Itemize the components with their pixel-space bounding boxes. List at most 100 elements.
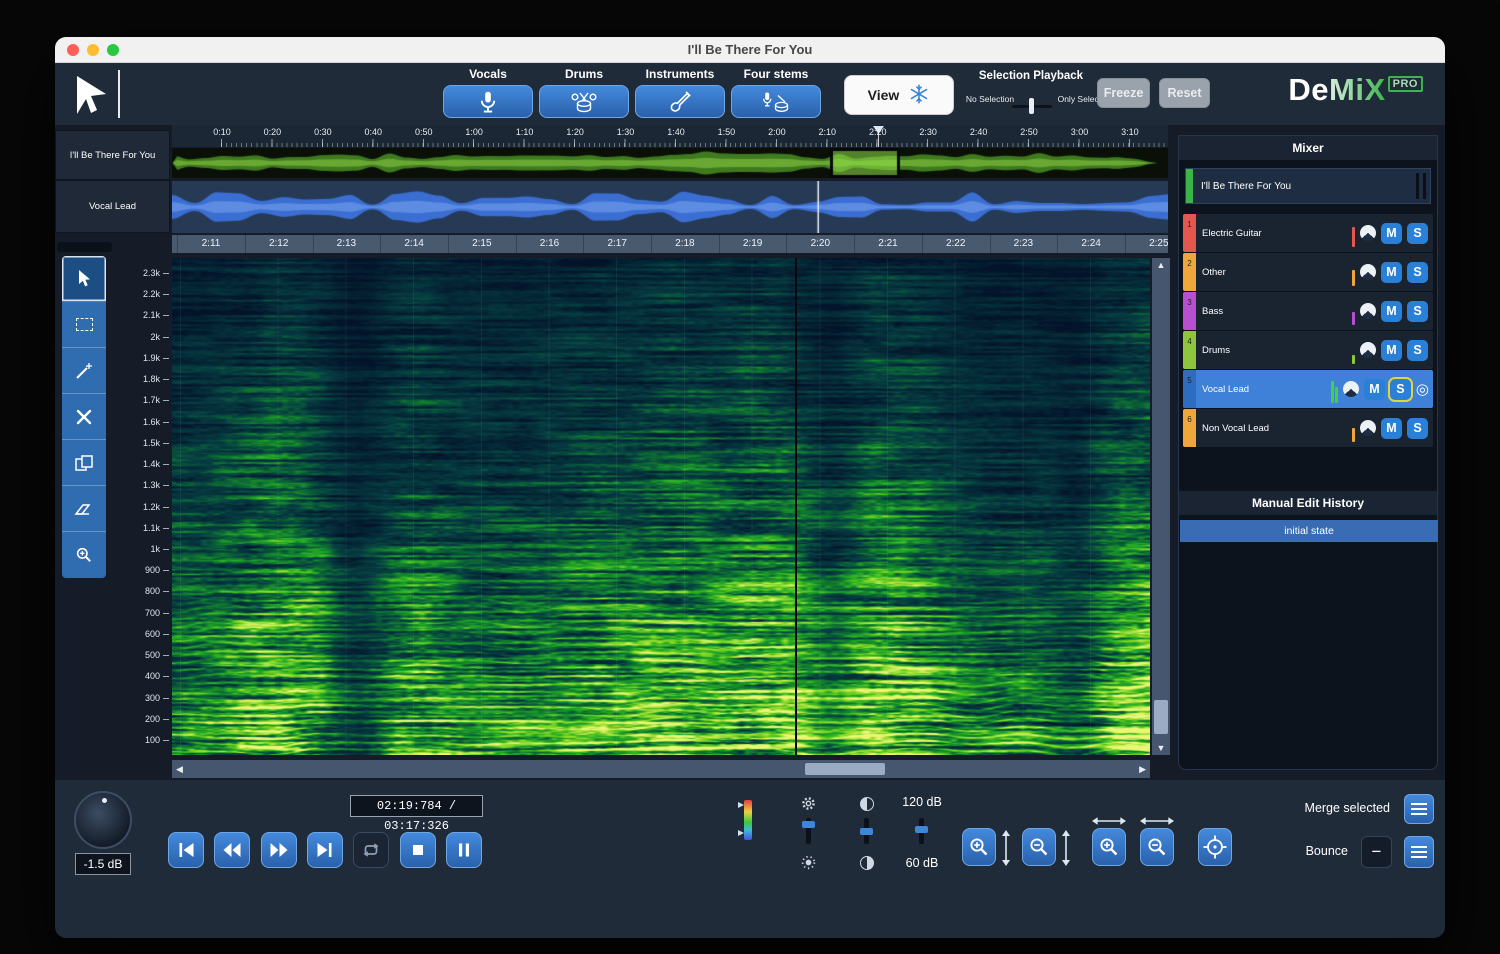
horizontal-scroll-thumb[interactable] xyxy=(805,763,885,775)
meter-bar xyxy=(1352,227,1355,247)
color-scale-handle[interactable] xyxy=(738,802,744,808)
marquee-icon xyxy=(76,318,93,331)
reset-zoom-button[interactable] xyxy=(1198,828,1232,866)
harmonic-cut-tool[interactable] xyxy=(62,394,106,440)
history-item[interactable]: initial state xyxy=(1180,520,1438,542)
scroll-up-icon[interactable]: ▲ xyxy=(1152,260,1170,270)
mute-button[interactable]: M xyxy=(1381,418,1402,439)
settings-gear-icon[interactable] xyxy=(800,795,817,812)
brightness-sun-icon[interactable] xyxy=(800,854,817,871)
track-level-meter xyxy=(1352,219,1355,247)
magic-wand-tool[interactable] xyxy=(62,348,106,394)
song-overview-waveform[interactable] xyxy=(172,148,1168,178)
zoom-out-vertical-button[interactable] xyxy=(1022,828,1056,866)
solo-button[interactable]: S xyxy=(1407,262,1428,283)
pan-knob[interactable] xyxy=(1360,264,1376,280)
drum-kit-icon[interactable] xyxy=(539,85,629,118)
scroll-right-icon[interactable]: ▶ xyxy=(1139,764,1146,775)
pan-knob[interactable] xyxy=(1360,342,1376,358)
vertical-scrollbar[interactable]: ▲ ▼ xyxy=(1152,258,1170,755)
marquee-selection-tool[interactable] xyxy=(62,302,106,348)
bounce-remove-button[interactable]: − xyxy=(1361,836,1392,868)
mute-button[interactable]: M xyxy=(1381,262,1402,283)
track-color-tab: 1 xyxy=(1183,214,1196,252)
mixer-track-other[interactable]: 2OtherMS xyxy=(1183,253,1433,291)
mixer-track-vocal-lead[interactable]: 5Vocal LeadMS◎ xyxy=(1183,370,1433,408)
mute-button[interactable]: M xyxy=(1364,379,1385,400)
zoom-out-horizontal-button[interactable] xyxy=(1140,828,1174,866)
zoom-in-vertical-button[interactable] xyxy=(962,828,996,866)
vocal-lead-waveform[interactable] xyxy=(172,181,1168,233)
merge-menu-button[interactable] xyxy=(1404,794,1434,824)
ruler-tick: 1:40 xyxy=(659,127,693,137)
timeline-ruler[interactable]: 0:100:200:300:400:501:001:101:201:301:40… xyxy=(172,125,1168,147)
db-range-slider[interactable] xyxy=(919,818,924,844)
ruler-tick: 0:30 xyxy=(306,127,340,137)
slider-handle[interactable] xyxy=(860,828,873,835)
horizontal-scrollbar[interactable]: ◀ ▶ xyxy=(172,760,1150,778)
bounce-menu-button[interactable] xyxy=(1404,836,1434,868)
mic-and-drum-icon[interactable] xyxy=(731,85,821,118)
mixer-track-electric-guitar[interactable]: 1Electric GuitarMS xyxy=(1183,214,1433,252)
clone-tool[interactable] xyxy=(62,440,106,486)
volume-knob[interactable] xyxy=(74,791,132,849)
mute-button[interactable]: M xyxy=(1381,301,1402,322)
minimize-button[interactable] xyxy=(87,44,99,56)
loop-button[interactable] xyxy=(353,832,389,868)
solo-button[interactable]: S xyxy=(1407,301,1428,322)
view-button[interactable]: View xyxy=(844,75,954,115)
mixer-track-drums[interactable]: 4DrumsMS xyxy=(1183,331,1433,369)
mixer-track-bass[interactable]: 3BassMS xyxy=(1183,292,1433,330)
rewind-button[interactable] xyxy=(214,832,250,868)
scroll-down-icon[interactable]: ▼ xyxy=(1152,743,1170,753)
skip-to-start-button[interactable] xyxy=(168,832,204,868)
spectrogram-time-ruler[interactable]: 2:102:112:122:132:142:152:162:172:182:19… xyxy=(172,235,1168,253)
guitar-icon[interactable] xyxy=(635,85,725,118)
freq-tick-mark xyxy=(163,507,169,508)
vertical-scroll-thumb[interactable] xyxy=(1154,700,1168,734)
freq-tick-mark xyxy=(163,422,169,423)
solo-button[interactable]: S xyxy=(1390,379,1411,400)
fast-forward-button[interactable] xyxy=(261,832,297,868)
slider-handle[interactable] xyxy=(802,821,815,828)
slider-handle[interactable] xyxy=(915,826,928,833)
microphone-icon[interactable] xyxy=(443,85,533,118)
solo-button[interactable]: S xyxy=(1407,223,1428,244)
freeze-button[interactable]: Freeze xyxy=(1097,78,1150,108)
contrast-right-icon[interactable] xyxy=(858,854,875,871)
mute-button[interactable]: M xyxy=(1381,223,1402,244)
spectrogram-gain-slider[interactable] xyxy=(806,818,811,844)
mixer-track-non-vocal-lead[interactable]: 6Non Vocal LeadMS xyxy=(1183,409,1433,447)
freq-tick-mark xyxy=(163,315,169,316)
color-scale-handle[interactable] xyxy=(738,830,744,836)
zoom-tool[interactable] xyxy=(62,532,106,578)
spectrogram-view[interactable] xyxy=(172,258,1150,755)
skip-to-end-button[interactable] xyxy=(307,832,343,868)
selection-playback-slider[interactable] xyxy=(1012,98,1052,114)
solo-button[interactable]: S xyxy=(1407,418,1428,439)
reset-button[interactable]: Reset xyxy=(1159,78,1210,108)
spectrogram-gridlines xyxy=(172,258,1150,755)
color-scale-slider[interactable] xyxy=(744,800,752,840)
close-button[interactable] xyxy=(67,44,79,56)
stem-group-instruments: Instruments xyxy=(632,66,728,118)
focus-track-icon[interactable]: ◎ xyxy=(1416,380,1429,398)
tool-panel-handle[interactable] xyxy=(57,242,112,252)
solo-button[interactable]: S xyxy=(1407,340,1428,361)
mute-button[interactable]: M xyxy=(1381,340,1402,361)
pointer-tool[interactable] xyxy=(62,256,106,302)
stop-button[interactable] xyxy=(400,832,436,868)
maximize-button[interactable] xyxy=(107,44,119,56)
pan-knob[interactable] xyxy=(1360,303,1376,319)
scroll-left-icon[interactable]: ◀ xyxy=(176,764,183,775)
eraser-tool[interactable] xyxy=(62,486,106,532)
master-track-row[interactable]: I'll Be There For You xyxy=(1185,168,1431,204)
zoom-in-horizontal-button[interactable] xyxy=(1092,828,1126,866)
pan-knob[interactable] xyxy=(1360,420,1376,436)
pause-button[interactable] xyxy=(446,832,482,868)
contrast-slider[interactable] xyxy=(864,818,869,844)
slider-knob[interactable] xyxy=(1029,98,1034,114)
pan-knob[interactable] xyxy=(1360,225,1376,241)
contrast-left-icon[interactable] xyxy=(858,795,875,812)
pan-knob[interactable] xyxy=(1343,381,1359,397)
